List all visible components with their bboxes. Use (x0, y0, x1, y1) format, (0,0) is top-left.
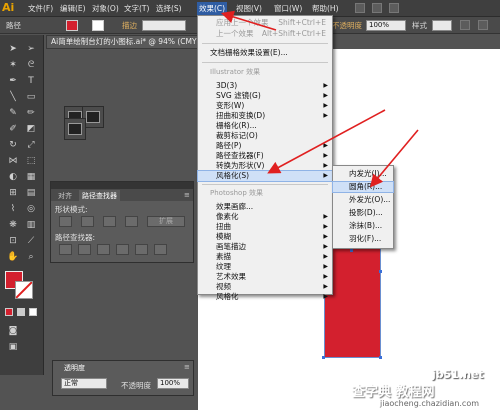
watermark-cn: 查字典 教程网 (352, 385, 435, 400)
annotation-arrows (220, 10, 419, 188)
arrow-to-round-corners (369, 129, 419, 188)
watermark-site: jb51.net (432, 368, 484, 381)
watermark-url: jiaocheng.chazidian.com (380, 399, 480, 408)
arrow-to-effect-menu (220, 10, 277, 31)
arrow-to-stylize (267, 109, 386, 174)
